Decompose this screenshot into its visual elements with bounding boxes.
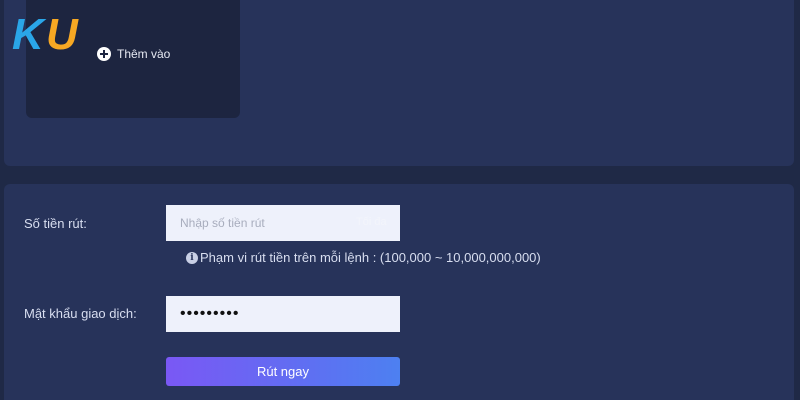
ku-logo-k: K xyxy=(12,13,47,55)
info-icon: i xyxy=(186,251,198,264)
amount-range-text: Phạm vi rút tiền trên mỗi lệnh : (100,00… xyxy=(200,250,541,265)
max-amount-button[interactable]: Tối đa xyxy=(356,216,387,228)
ku-logo: K U xyxy=(12,13,79,55)
plus-circle-icon xyxy=(97,47,111,61)
add-card-label: Thêm vào xyxy=(117,47,171,61)
withdraw-now-button[interactable]: Rút ngay xyxy=(166,357,400,386)
withdraw-page: Thêm vào K U Số tiền rút: Tối đa i Phạm … xyxy=(0,0,800,400)
add-bank-card-row[interactable]: Thêm vào xyxy=(97,47,170,61)
amount-range-hint: i Phạm vi rút tiền trên mỗi lệnh : (100,… xyxy=(186,250,541,265)
password-label: Mật khẩu giao dịch: xyxy=(24,306,137,321)
ku-logo-u: U xyxy=(46,13,79,55)
amount-label: Số tiền rút: xyxy=(24,216,87,231)
transaction-password-input[interactable] xyxy=(166,296,400,332)
